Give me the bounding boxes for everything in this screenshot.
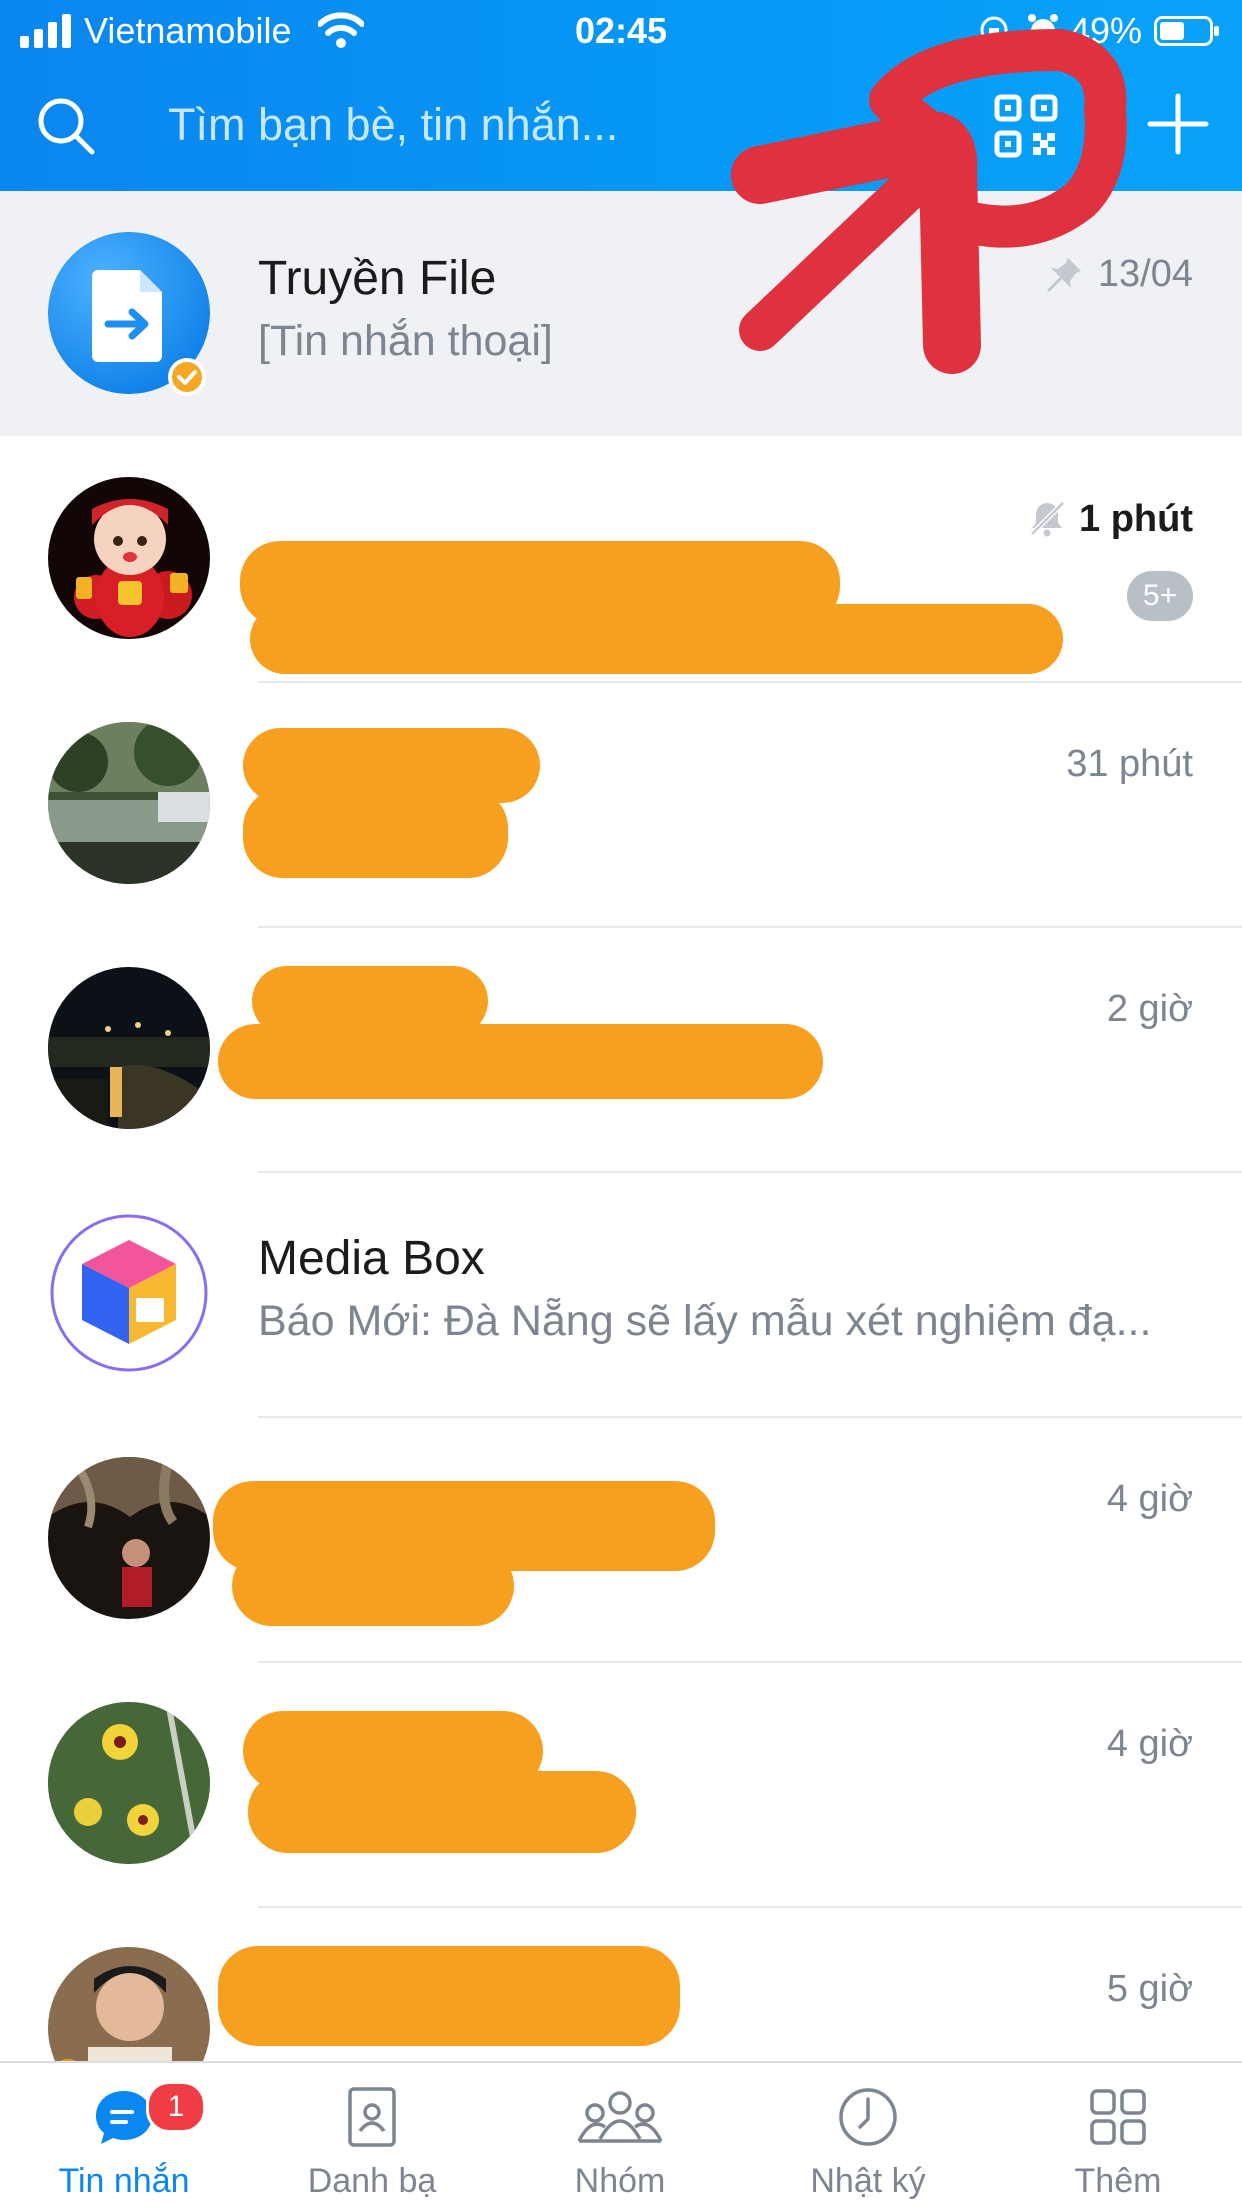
avatar [48, 1457, 210, 1619]
redacted-message [232, 1546, 514, 1626]
conversation-list: Truyền File [Tin nhắn thoại] 13/04 1 phú… [0, 191, 1242, 2061]
tab-label: Tin nhắn [58, 2162, 190, 2200]
qr-scan-icon[interactable] [994, 94, 1058, 158]
tab-contacts[interactable]: Danh bạ [252, 2063, 492, 2210]
media-box-logo-icon [49, 1213, 209, 1373]
nature-photo-avatar [48, 722, 210, 884]
search-input[interactable] [168, 92, 728, 158]
redacted-name [218, 1946, 680, 2046]
conversation-time: 31 phút [1066, 743, 1193, 785]
unread-count-badge: 5+ [1127, 571, 1193, 621]
clock-icon [839, 2088, 897, 2146]
avatar [48, 1702, 210, 1864]
conversation-row[interactable]: 31 phút [0, 681, 1242, 926]
avatar [48, 1212, 210, 1374]
contact-card-icon [348, 2087, 396, 2147]
pin-icon [1047, 258, 1081, 292]
divider [258, 926, 1242, 928]
divider [258, 1661, 1242, 1663]
divider [258, 1416, 1242, 1418]
conversation-title: Media Box [258, 1232, 485, 1285]
flower-photo-avatar [48, 1702, 210, 1864]
conversation-row-media-box[interactable]: Media Box Báo Mới: Đà Nẵng sẽ lấy mẫu xé… [0, 1171, 1242, 1416]
night-photo-avatar [48, 967, 210, 1129]
avatar [48, 477, 210, 639]
app-header: Vietnamobile 02:45 49% [0, 0, 1242, 191]
grid-icon [1090, 2089, 1146, 2145]
tab-more[interactable]: Thêm [998, 2063, 1238, 2210]
conversation-time: 5 giờ [1106, 1968, 1193, 2010]
redacted-message [218, 1024, 823, 1099]
conversation-title: Truyền File [258, 252, 497, 305]
redacted-message [250, 604, 1063, 674]
conversation-time: 4 giờ [1106, 1478, 1193, 1520]
battery-icon [1154, 16, 1219, 46]
tab-label: Nhóm [574, 2162, 666, 2200]
conversation-row-transfer-file[interactable]: Truyền File [Tin nhắn thoại] 13/04 [0, 191, 1242, 436]
tab-messages[interactable]: 1 Tin nhắn [4, 2063, 244, 2210]
notification-badge: 1 [146, 2081, 206, 2133]
alarm-icon [1028, 14, 1058, 43]
muted-bell-icon [1030, 501, 1065, 537]
conversation-time: 1 phút [1079, 498, 1193, 540]
avatar [48, 967, 210, 1129]
search-icon[interactable] [34, 94, 98, 158]
tab-groups[interactable]: Nhóm [500, 2063, 740, 2210]
cartoon-avatar-image [48, 477, 210, 639]
conversation-preview: [Tin nhắn thoại] [258, 317, 553, 365]
conversation-time: 4 giờ [1106, 1723, 1193, 1765]
redacted-message [243, 788, 508, 878]
group-icon [577, 2091, 663, 2143]
avatar [48, 722, 210, 884]
tab-label: Thêm [1074, 2162, 1162, 2200]
cave-photo-avatar [48, 1457, 210, 1619]
conversation-preview: Báo Mới: Đà Nẵng sẽ lấy mẫu xét nghiệm đ… [258, 1297, 1152, 1345]
verified-badge-icon [168, 358, 206, 396]
add-icon[interactable] [1146, 92, 1210, 156]
rotation-lock-icon [980, 16, 1008, 44]
conversation-row[interactable]: 4 giờ [0, 1416, 1242, 1661]
conversation-time: 13/04 [1097, 253, 1193, 295]
conversation-row[interactable]: 4 giờ [0, 1661, 1242, 1906]
tab-label: Nhật ký [810, 2162, 926, 2200]
tab-timeline[interactable]: Nhật ký [748, 2063, 988, 2210]
battery-percent: 49% [1070, 10, 1143, 51]
redacted-message [248, 1771, 636, 1853]
conversation-row[interactable]: 2 giờ [0, 926, 1242, 1171]
divider [258, 1171, 1242, 1173]
status-bar: Vietnamobile 02:45 49% [0, 0, 1242, 62]
bottom-navigation: 1 Tin nhắn Danh bạ Nhóm Nhật ký Thêm [0, 2061, 1242, 2210]
divider [258, 681, 1242, 683]
tab-label: Danh bạ [307, 2162, 437, 2200]
person-photo-avatar [48, 1947, 210, 2061]
conversation-time: 2 giờ [1106, 988, 1193, 1030]
conversation-row[interactable]: 5 giờ [0, 1906, 1242, 2061]
avatar [48, 1947, 210, 2061]
conversation-row[interactable]: 1 phút 5+ [0, 436, 1242, 681]
divider [258, 1906, 1242, 1908]
